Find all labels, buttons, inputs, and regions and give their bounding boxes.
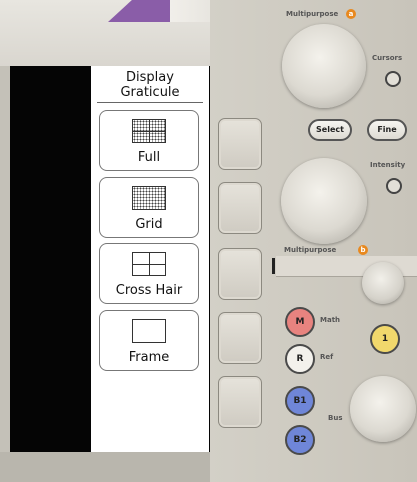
display-graticule-menu: Display Graticule Full Grid Cross Hair F…: [91, 66, 209, 452]
position-knob[interactable]: [362, 262, 404, 304]
cursors-label: Cursors: [372, 54, 403, 62]
math-button[interactable]: M: [285, 307, 315, 337]
menu-item-label: Full: [137, 150, 161, 165]
bus-knob[interactable]: [350, 376, 416, 442]
full-graticule-icon: [132, 119, 166, 143]
menu-item-label: Cross Hair: [115, 283, 183, 298]
intensity-label: Intensity: [370, 161, 406, 169]
panel-marker: [272, 258, 275, 274]
grid-graticule-icon: [132, 186, 166, 210]
menu-title-line2: Graticule: [120, 85, 180, 100]
menu-item-label: Frame: [128, 350, 170, 365]
menu-title-line1: Display: [126, 70, 174, 85]
multipurpose-b-label: Multipurpose: [284, 246, 337, 254]
menu-item-cross-hair[interactable]: Cross Hair: [99, 243, 199, 304]
multipurpose-b-knob[interactable]: [281, 158, 367, 244]
bus-label: Bus: [328, 414, 343, 422]
side-bezel-button-4[interactable]: [218, 312, 262, 364]
cursors-button[interactable]: [385, 71, 401, 87]
select-button[interactable]: Select: [308, 119, 352, 141]
intensity-button[interactable]: [386, 178, 402, 194]
fine-button[interactable]: Fine: [367, 119, 407, 141]
menu-item-full[interactable]: Full: [99, 110, 199, 171]
side-bezel-button-1[interactable]: [218, 118, 262, 170]
bus-1-button[interactable]: B1: [285, 386, 315, 416]
ref-button[interactable]: R: [285, 344, 315, 374]
side-bezel-button-2[interactable]: [218, 182, 262, 234]
ref-label: Ref: [320, 353, 334, 361]
channel-1-button[interactable]: 1: [370, 324, 400, 354]
menu-item-grid[interactable]: Grid: [99, 177, 199, 238]
math-label: Math: [320, 316, 341, 324]
bezel-left: [0, 66, 10, 482]
multipurpose-b-badge: b: [358, 245, 368, 255]
menu-item-frame[interactable]: Frame: [99, 310, 199, 371]
multipurpose-a-label: Multipurpose: [286, 10, 339, 18]
multipurpose-a-badge: a: [346, 9, 356, 19]
crosshair-graticule-icon: [132, 252, 166, 276]
multipurpose-a-knob[interactable]: [282, 24, 366, 108]
bus-2-button[interactable]: B2: [285, 425, 315, 455]
side-bezel-button-5[interactable]: [218, 376, 262, 428]
menu-item-label: Grid: [135, 217, 163, 232]
menu-title: Display Graticule: [91, 70, 209, 100]
menu-divider: [97, 102, 203, 103]
side-bezel-button-3[interactable]: [218, 248, 262, 300]
frame-graticule-icon: [132, 319, 166, 343]
